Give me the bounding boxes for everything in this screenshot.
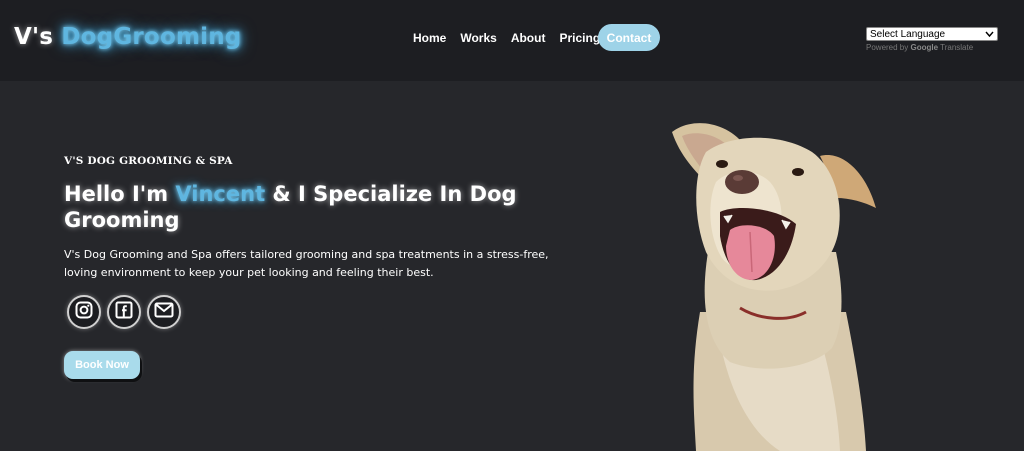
instagram-icon: [75, 301, 93, 323]
nav-home[interactable]: Home: [413, 31, 446, 45]
language-selector-widget: Select Language Powered by Google Transl…: [866, 27, 998, 52]
book-now-button[interactable]: Book Now: [64, 351, 140, 379]
google-logo: Google: [910, 43, 939, 52]
mail-icon: [154, 302, 174, 322]
powered-by-text: Powered by: [866, 43, 909, 52]
language-select-value: Select Language: [870, 28, 946, 40]
chevron-down-icon: [985, 28, 994, 42]
facebook-icon: [115, 301, 133, 323]
logo-prefix: V's: [14, 24, 54, 50]
language-select[interactable]: Select Language: [866, 27, 998, 41]
headline-name: Vincent: [175, 182, 266, 206]
nav-works[interactable]: Works: [460, 31, 496, 45]
translate-link[interactable]: Translate: [940, 43, 973, 52]
facebook-link[interactable]: [107, 295, 141, 329]
hero-headline: Hello I'm Vincent & I Specialize In Dog …: [64, 181, 584, 233]
contact-button[interactable]: Contact: [598, 24, 660, 51]
mail-link[interactable]: [147, 295, 181, 329]
nav-pricing[interactable]: Pricing: [559, 31, 600, 45]
social-links: [67, 295, 187, 329]
hero-description: V's Dog Grooming and Spa offers tailored…: [64, 248, 549, 279]
site-logo[interactable]: V's DogGrooming: [14, 24, 241, 50]
hero-kicker: V'S DOG GROOMING & SPA: [64, 155, 233, 167]
logo-highlight: DogGrooming: [61, 24, 242, 50]
instagram-link[interactable]: [67, 295, 101, 329]
navbar: V's DogGrooming Home Works About Pricing…: [0, 0, 1024, 81]
powered-by-google: Powered by Google Translate: [866, 43, 998, 52]
dog-photo: [660, 112, 890, 451]
nav-about[interactable]: About: [511, 31, 546, 45]
nav-links: Home Works About Pricing: [413, 31, 614, 45]
headline-before: Hello I'm: [64, 182, 169, 206]
